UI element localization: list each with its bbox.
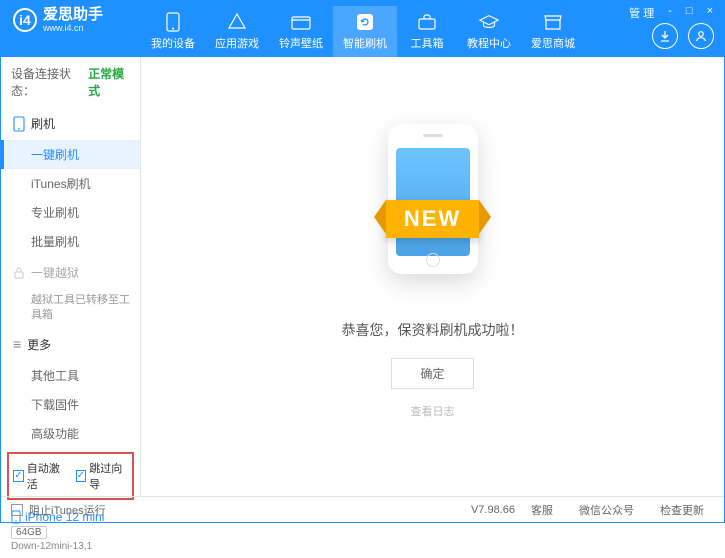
footer: 阻止iTunes运行 V7.98.66 客服 微信公众号 检查更新 [1, 496, 724, 522]
nav-label: 工具箱 [411, 35, 444, 51]
checkbox-block-itunes[interactable] [11, 504, 23, 516]
body: 设备连接状态： 正常模式 刷机 一键刷机 iTunes刷机 专业刷机 批量刷机 … [1, 57, 724, 496]
jailbreak-note: 越狱工具已转移至工具箱 [1, 289, 140, 328]
sidebar-item-download-firmware[interactable]: 下载固件 [1, 390, 140, 419]
sidebar-item-other-tools[interactable]: 其他工具 [1, 361, 140, 390]
device-status: 设备连接状态： 正常模式 [1, 57, 140, 107]
success-message: 恭喜您，保资料刷机成功啦！ [342, 320, 524, 340]
checkbox-label: 跳过向导 [89, 460, 128, 492]
block-itunes-label: 阻止iTunes运行 [29, 502, 106, 518]
sidebar-item-advanced[interactable]: 高级功能 [1, 419, 140, 448]
check-icon: ✓ [76, 470, 87, 482]
nav-label: 铃声壁纸 [279, 35, 323, 51]
sidebar: 设备连接状态： 正常模式 刷机 一键刷机 iTunes刷机 专业刷机 批量刷机 … [1, 57, 141, 496]
footer-link-support[interactable]: 客服 [521, 502, 563, 518]
section-title: 刷机 [31, 115, 55, 132]
sidebar-section-flash[interactable]: 刷机 [1, 107, 140, 140]
nav-label: 智能刷机 [343, 35, 387, 51]
checkbox-highlight-area: ✓ 自动激活 ✓ 跳过向导 [7, 452, 134, 500]
device-version: Down-12mini-13,1 [11, 541, 130, 552]
checkbox-auto-activate[interactable]: ✓ 自动激活 [13, 460, 66, 492]
refresh-icon [355, 12, 375, 32]
main-panel: NEW 恭喜您，保资料刷机成功啦！ 确定 查看日志 [141, 57, 724, 496]
section-title: 一键越狱 [31, 264, 79, 281]
sidebar-section-more[interactable]: ≡ 更多 [1, 328, 140, 361]
device-capacity: 64GB [11, 526, 47, 539]
graduation-icon [479, 12, 499, 32]
status-value: 正常模式 [88, 65, 130, 99]
nav-tutorials[interactable]: 教程中心 [457, 6, 521, 57]
status-label: 设备连接状态： [11, 65, 84, 99]
account-button[interactable] [688, 23, 714, 49]
section-title: 更多 [27, 336, 51, 353]
top-nav: 我的设备 应用游戏 铃声壁纸 智能刷机 工具箱 教程中心 [1, 5, 724, 57]
app-window: i4 爱思助手 www.i4.cn 管 理 - □ × 我的设备 应用游戏 [0, 0, 725, 523]
store-icon [543, 12, 563, 32]
confirm-button[interactable]: 确定 [391, 358, 473, 389]
sidebar-section-jailbreak: 一键越狱 [1, 256, 140, 289]
footer-link-update[interactable]: 检查更新 [650, 502, 714, 518]
nav-toolbox[interactable]: 工具箱 [397, 6, 457, 57]
checkbox-label: 自动激活 [27, 460, 66, 492]
folder-icon [291, 12, 311, 32]
phone-icon [13, 116, 25, 132]
nav-flash[interactable]: 智能刷机 [333, 6, 397, 57]
view-log-link[interactable]: 查看日志 [411, 403, 455, 419]
nav-label: 应用游戏 [215, 35, 259, 51]
lock-icon [13, 266, 25, 280]
version-label: V7.98.66 [471, 504, 515, 516]
apps-icon [227, 12, 247, 32]
nav-apps[interactable]: 应用游戏 [205, 6, 269, 57]
menu-icon: ≡ [13, 336, 21, 352]
phone-illustration-icon [388, 124, 478, 274]
check-icon: ✓ [13, 470, 24, 482]
sidebar-item-itunes-flash[interactable]: iTunes刷机 [1, 169, 140, 198]
sidebar-item-pro-flash[interactable]: 专业刷机 [1, 198, 140, 227]
app-url: www.i4.cn [43, 24, 103, 34]
sidebar-item-oneclick-flash[interactable]: 一键刷机 [1, 140, 140, 169]
nav-store[interactable]: 爱思商城 [521, 6, 585, 57]
nav-my-device[interactable]: 我的设备 [141, 6, 205, 57]
nav-label: 爱思商城 [531, 35, 575, 51]
illustration: NEW [333, 114, 533, 314]
checkbox-skip-guide[interactable]: ✓ 跳过向导 [76, 460, 129, 492]
nav-right [652, 23, 714, 57]
nav-label: 我的设备 [151, 35, 195, 51]
header: i4 爱思助手 www.i4.cn 管 理 - □ × 我的设备 应用游戏 [1, 1, 724, 57]
sidebar-item-batch-flash[interactable]: 批量刷机 [1, 227, 140, 256]
download-button[interactable] [652, 23, 678, 49]
phone-icon [163, 12, 183, 32]
toolbox-icon [417, 12, 437, 32]
new-banner: NEW [386, 200, 479, 238]
nav-label: 教程中心 [467, 35, 511, 51]
footer-link-wechat[interactable]: 微信公众号 [569, 502, 644, 518]
nav-ringtone[interactable]: 铃声壁纸 [269, 6, 333, 57]
